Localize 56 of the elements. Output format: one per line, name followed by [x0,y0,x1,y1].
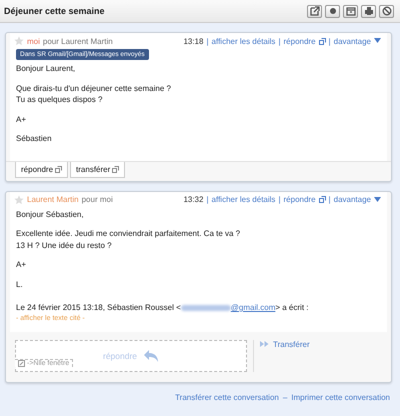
separator-text: | [278,195,281,204]
action-button[interactable]: répondre [15,162,68,178]
message-text: Bonjour Sébastien, [16,208,85,220]
details-link[interactable]: afficher les détails [212,36,276,46]
separator-text: | [328,195,331,204]
separator-text: | [328,36,331,46]
popout-button[interactable] [307,4,322,18]
more-link[interactable]: davantage [334,195,371,204]
sender-name: moi [27,36,40,46]
star-icon[interactable] [14,36,24,46]
details-link[interactable]: afficher les détails [212,195,276,204]
new-window-icon [112,166,120,172]
email-link[interactable]: @gmail.com [230,303,276,312]
popout-icon [310,6,320,16]
message-time: 13:18 [183,36,204,46]
separator-text: | [206,195,209,204]
message-text: Excellente idée. Jeudi me conviendrait parfaitement. Ca te va ? 13 H ? Une idée du resto ? [16,228,242,251]
message-text: Que dirais-tu d'un déjeuner cette semaine ? Tu as quelques dispos ? [16,82,172,106]
message-text: Sébastien [16,133,53,144]
star-icon[interactable] [14,194,24,204]
new-window-icon [18,360,25,366]
action-button[interactable]: transférer [70,162,126,178]
reply-link[interactable]: répondre [284,195,316,204]
separator-text: | [206,36,209,46]
new-window-icon [318,38,326,44]
reply-link[interactable]: répondre [284,36,316,46]
recipient-text: pour Laurent Martin [42,36,113,46]
new-window-icon [55,166,62,172]
separator-text: | [278,36,281,46]
message-text: L. [16,278,24,290]
double-arrow-icon [260,341,269,347]
forward-conversation-link[interactable]: Transférer cette conversation [175,392,279,402]
sender-name: Laurent Martin [27,195,79,204]
message-text: A+ [16,114,28,125]
more-link[interactable]: davantage [334,36,371,46]
print-conversation-link[interactable]: Imprimer cette conversation [291,392,390,402]
dropdown-arrow-icon [374,38,381,44]
message-text: Bonjour Laurent, [16,63,76,74]
dot-button[interactable] [325,4,340,18]
dot-icon [328,6,338,16]
message-text: A+ [16,259,28,270]
block-button[interactable] [379,4,394,18]
separator-text: – [282,392,288,402]
redacted-text [180,304,231,311]
new-window-icon [318,196,326,203]
conversation-title: Déjeuner cette semaine [4,6,106,16]
message-time: 13:32 [183,195,204,204]
archive-button[interactable] [343,4,358,18]
recipient-text: pour moi [82,195,113,204]
block-icon [382,6,392,16]
reply-arrow-icon [143,348,160,362]
print-button[interactable] [361,4,376,18]
archive-icon [346,6,356,16]
forward-link[interactable]: Transférer [260,340,387,348]
dropdown-arrow-icon [374,196,381,202]
quote-header: Le 24 février 2015 13:18, Sébastien Roussel < @gmail.com> a écrit : [16,302,310,314]
